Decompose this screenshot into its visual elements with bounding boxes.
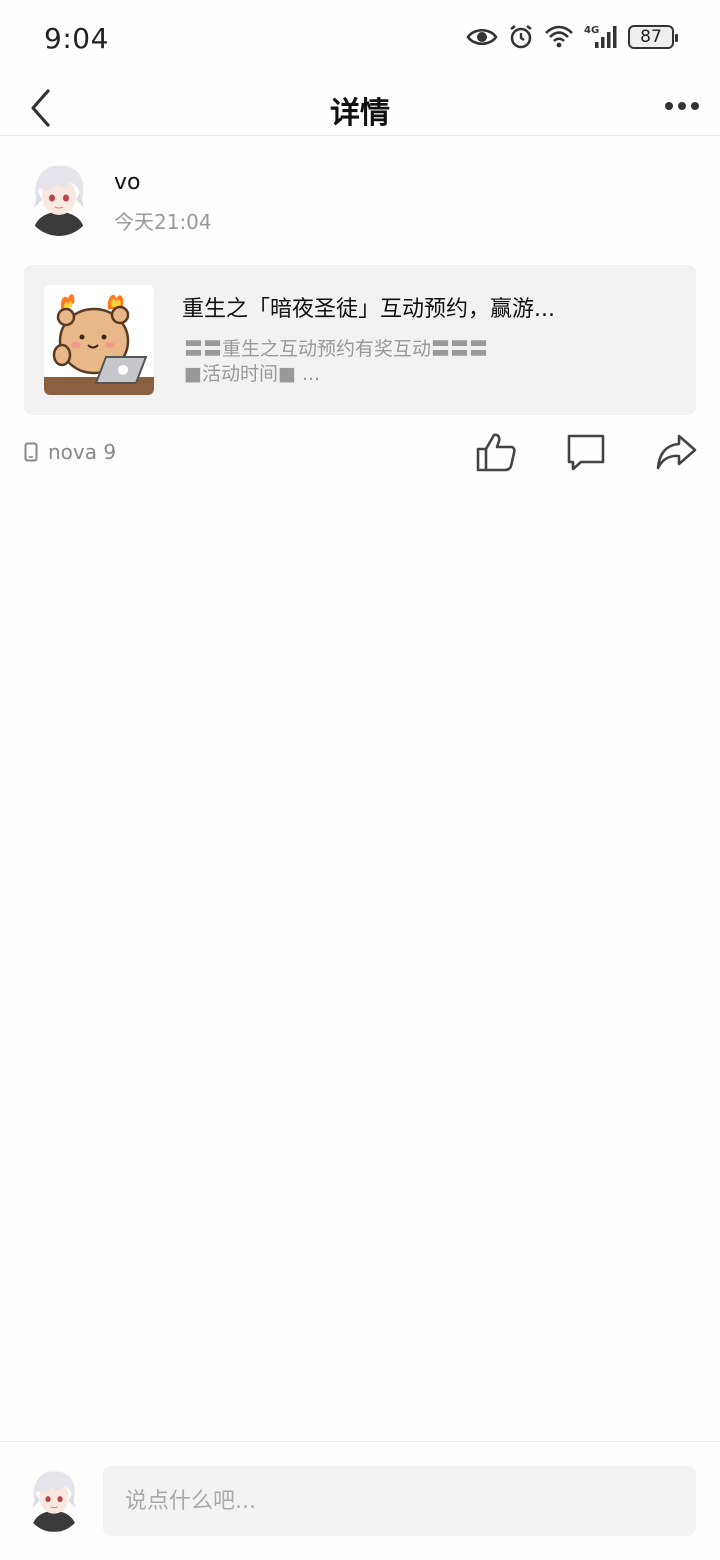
battery-icon: 87 xyxy=(628,25,678,49)
card-desc-line-1: 〓〓重生之互动预约有奖互动〓〓〓 xyxy=(184,338,489,360)
comment-bar xyxy=(0,1441,720,1560)
like-button[interactable] xyxy=(474,430,518,474)
post-timestamp: 今天21:04 xyxy=(114,210,212,234)
comment-icon xyxy=(567,434,605,471)
share-icon xyxy=(656,434,697,470)
status-icons: 4G 87 xyxy=(466,24,678,50)
alarm-icon xyxy=(508,24,534,50)
battery-level: 87 xyxy=(640,27,662,47)
card-title: 重生之「暗夜圣徒」互动预约，赢游... xyxy=(182,297,555,322)
more-options-button[interactable] xyxy=(662,90,702,122)
device-name: nova 9 xyxy=(48,440,117,464)
author-avatar[interactable] xyxy=(24,162,94,236)
thumbs-up-icon xyxy=(476,433,516,472)
signal-icon: 4G xyxy=(584,24,618,50)
wifi-icon xyxy=(544,25,574,49)
status-bar: 9:04 4G 87 xyxy=(0,0,720,80)
comment-input[interactable] xyxy=(103,1466,696,1536)
shared-link-card[interactable]: 重生之「暗夜圣徒」互动预约，赢游... 〓〓重生之互动预约有奖互动〓〓〓 ■活动… xyxy=(24,265,696,415)
card-thumbnail xyxy=(44,285,154,395)
top-app-bar: 详情 xyxy=(0,80,720,136)
author-name[interactable]: vo xyxy=(114,170,140,195)
bear-laptop-sticker xyxy=(44,285,154,395)
eye-icon xyxy=(466,26,498,48)
current-user-avatar xyxy=(24,1468,84,1532)
status-time: 9:04 xyxy=(44,22,109,55)
detail-screen: 9:04 4G 87 详情 vo 今天21:04 重生之「暗夜圣徒」互动预约，赢… xyxy=(0,0,720,1560)
card-description: 〓〓重生之互动预约有奖互动〓〓〓 ■活动时间■ ... xyxy=(184,337,664,387)
post-meta-row: nova 9 xyxy=(24,430,704,476)
comment-button[interactable] xyxy=(564,430,608,474)
device-info: nova 9 xyxy=(24,440,116,464)
page-title: 详情 xyxy=(330,96,390,131)
more-dots-icon xyxy=(665,102,699,110)
card-desc-line-2: ■活动时间■ ... xyxy=(184,363,321,385)
phone-icon xyxy=(24,442,38,462)
share-button[interactable] xyxy=(654,430,698,474)
post-author-section: vo 今天21:04 xyxy=(24,162,704,242)
network-type-label: 4G xyxy=(584,25,599,36)
